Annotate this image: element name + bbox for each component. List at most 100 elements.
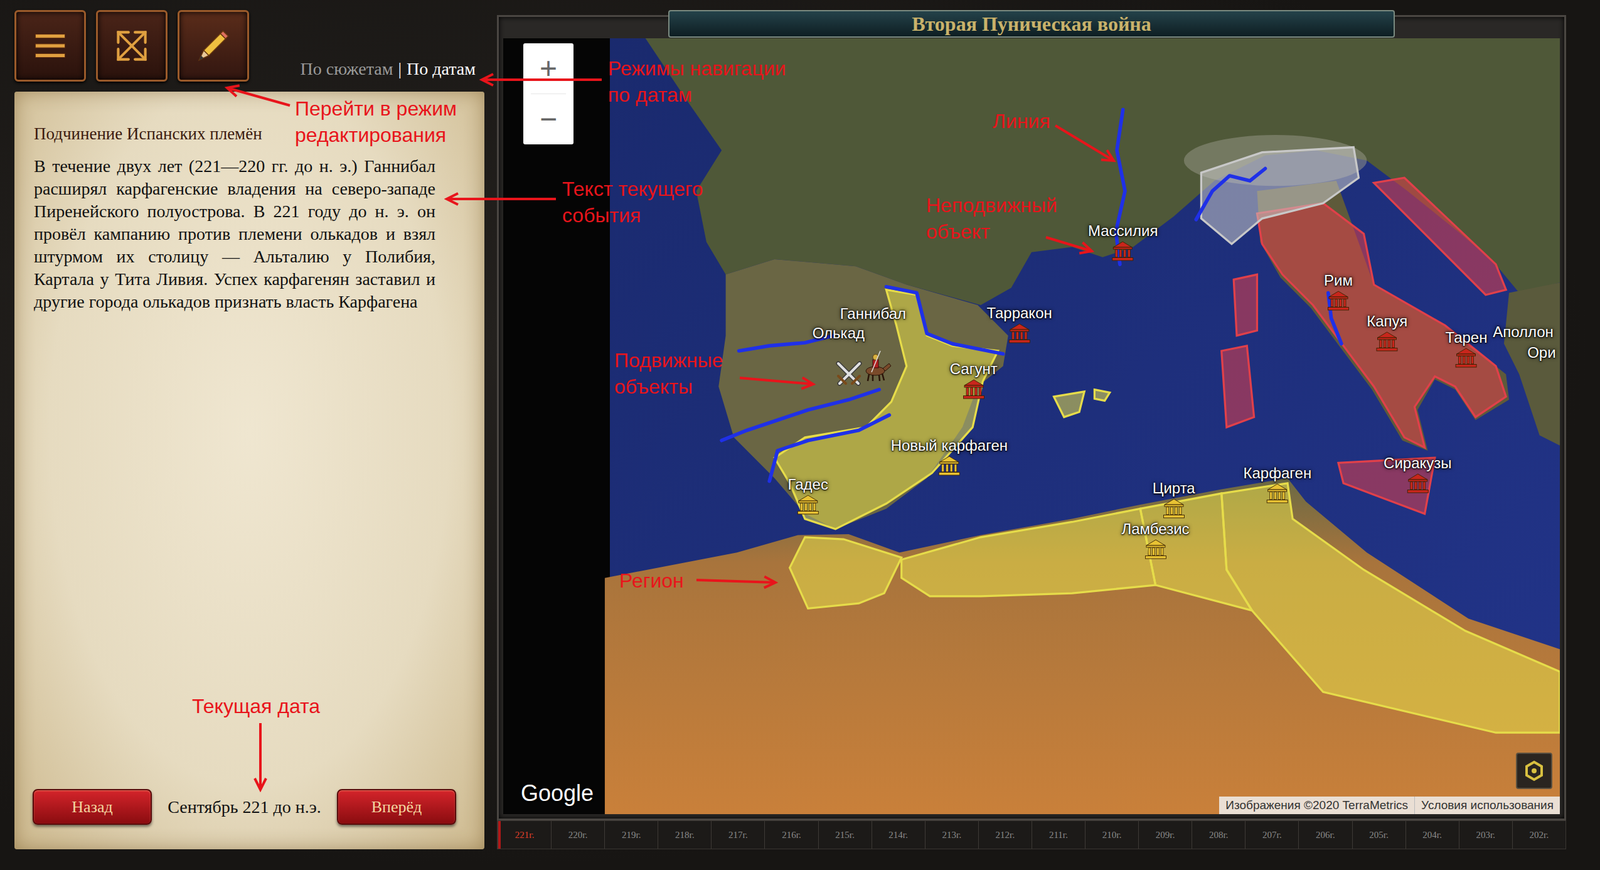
crossed-swords-icon[interactable]	[833, 358, 865, 390]
zoom-control: +−	[523, 43, 574, 145]
city-label: Цирта	[1152, 479, 1196, 497]
annotation-label: Текст текущегособытия	[562, 175, 703, 229]
timeline-year[interactable]: 216г.	[764, 820, 818, 849]
map-frame: Вторая Пуническая войнаМассилияРимКапуяТ…	[496, 15, 1567, 821]
menu-button[interactable]	[14, 10, 86, 82]
temple-icon	[1162, 496, 1186, 520]
city-label: Новый карфаген	[890, 436, 1008, 455]
river-line[interactable]	[769, 414, 890, 481]
temple-icon	[1327, 289, 1350, 312]
region[interactable]	[1094, 389, 1110, 401]
timeline-year[interactable]: 210г.	[1084, 820, 1139, 849]
temple-icon	[1111, 239, 1135, 263]
timeline-year[interactable]: 202г.	[1512, 820, 1566, 849]
annotation-arrow	[696, 579, 776, 583]
app: По сюжетам|По датам Подчинение Испанских …	[0, 0, 1600, 870]
nav-separator: |	[397, 58, 402, 80]
timeline-year[interactable]: 203г.	[1458, 820, 1513, 849]
horseman-icon[interactable]	[856, 346, 895, 385]
timeline-year[interactable]: 220г.	[550, 820, 605, 849]
river-line[interactable]	[1115, 109, 1126, 265]
temple-icon	[1008, 321, 1031, 345]
city-label: Сиракузы	[1383, 454, 1452, 472]
city-marker[interactable]: Массилия	[1088, 222, 1158, 263]
city-marker[interactable]: Тарен	[1445, 328, 1488, 369]
unit-label[interactable]: Ганнибал	[840, 304, 907, 323]
city-marker[interactable]: Цирта	[1152, 479, 1196, 520]
annotation-arrow	[446, 197, 556, 201]
timeline-year[interactable]: 212г.	[978, 820, 1032, 849]
fullscreen-button[interactable]	[96, 10, 168, 82]
region[interactable]	[789, 537, 902, 609]
city-marker[interactable]: Гадес	[788, 475, 829, 516]
nav-mode-tab[interactable]: По сюжетам	[299, 58, 393, 80]
river-line[interactable]	[721, 389, 880, 441]
annotation-arrow	[1045, 237, 1092, 251]
city-label: Гадес	[788, 475, 829, 494]
timeline-year[interactable]: 204г.	[1405, 820, 1459, 849]
forward-button[interactable]: Вперёд	[336, 788, 457, 825]
timeline-year[interactable]: 217г.	[710, 820, 765, 849]
temple-icon	[1376, 330, 1399, 353]
city-marker[interactable]: Капуя	[1366, 312, 1408, 353]
timeline-year[interactable]: 221г.	[497, 820, 551, 849]
city-marker[interactable]: Аполлон	[1492, 323, 1554, 341]
annotation-arrow	[1055, 125, 1114, 161]
annotation-arrow	[481, 78, 602, 81]
temple-icon	[1266, 481, 1289, 505]
region[interactable]	[1221, 483, 1560, 733]
region[interactable]	[1200, 147, 1359, 245]
current-date: Сентябрь 221 до н.э.	[165, 796, 324, 817]
map-settings-button[interactable]	[1515, 752, 1553, 789]
city-label: Тарракон	[986, 304, 1052, 322]
region[interactable]	[901, 508, 1156, 596]
edit-mode-button[interactable]	[177, 10, 250, 82]
timeline-year[interactable]: 205г.	[1352, 820, 1406, 849]
city-marker[interactable]: Карфаген	[1243, 464, 1312, 505]
attribution-item[interactable]: Изображения ©2020 TerraMetrics	[1219, 796, 1415, 814]
map-canvas[interactable]	[503, 38, 1560, 814]
zoom-out-button[interactable]: −	[523, 94, 574, 145]
attribution-item[interactable]: Условия использования	[1414, 796, 1560, 814]
timeline-year[interactable]: 207г.	[1244, 820, 1299, 849]
river-line[interactable]	[1328, 293, 1342, 344]
event-title: Подчинение Испанских племён	[33, 122, 436, 145]
city-label: Ори	[1527, 343, 1556, 362]
timeline-year[interactable]: 211г.	[1031, 820, 1085, 849]
annotation-label: Подвижныеобъекты	[614, 346, 724, 400]
region[interactable]	[1221, 345, 1255, 428]
timeline-year[interactable]: 214г.	[871, 820, 925, 849]
timeline-year[interactable]: 206г.	[1298, 820, 1352, 849]
city-label: Тарен	[1445, 328, 1488, 347]
timeline-year[interactable]: 209г.	[1138, 820, 1192, 849]
italy-land	[1256, 180, 1510, 451]
region[interactable]	[1233, 274, 1257, 336]
city-marker[interactable]: Новый карфаген	[890, 436, 1008, 477]
city-marker[interactable]: Сагунт	[949, 360, 998, 401]
city-marker[interactable]: Ламбезис	[1121, 520, 1190, 561]
timeline-year[interactable]: 219г.	[604, 820, 658, 849]
city-marker[interactable]: Тарракон	[986, 304, 1052, 345]
city-marker[interactable]: Ори	[1527, 343, 1556, 362]
unit-label[interactable]: Олькад	[812, 324, 865, 342]
annotation-arrow	[739, 377, 814, 384]
back-button[interactable]: Назад	[32, 788, 152, 825]
annotation-label: Неподвижныйобъект	[926, 192, 1058, 245]
temple-icon	[796, 493, 820, 516]
menu-icon	[27, 23, 73, 69]
region[interactable]	[1054, 391, 1085, 418]
timeline-year[interactable]: 218г.	[657, 820, 711, 849]
expand-icon	[109, 23, 155, 69]
river-line[interactable]	[1195, 168, 1265, 220]
left-column: По сюжетам|По датам Подчинение Испанских …	[14, 10, 485, 849]
toolbar	[14, 10, 250, 82]
timeline-year[interactable]: 208г.	[1191, 820, 1245, 849]
nav-mode-tab[interactable]: По датам	[406, 58, 476, 80]
map[interactable]: Массилия Рим Капуя ТаренАполлон Ори Тарракон С…	[503, 38, 1560, 814]
zoom-in-button[interactable]: +	[523, 43, 574, 94]
city-marker[interactable]: Сиракузы	[1383, 454, 1452, 495]
timeline-year[interactable]: 213г.	[924, 820, 979, 849]
timeline-year[interactable]: 215г.	[818, 820, 872, 849]
city-marker[interactable]: Рим	[1323, 271, 1353, 312]
region[interactable]	[1374, 177, 1507, 295]
